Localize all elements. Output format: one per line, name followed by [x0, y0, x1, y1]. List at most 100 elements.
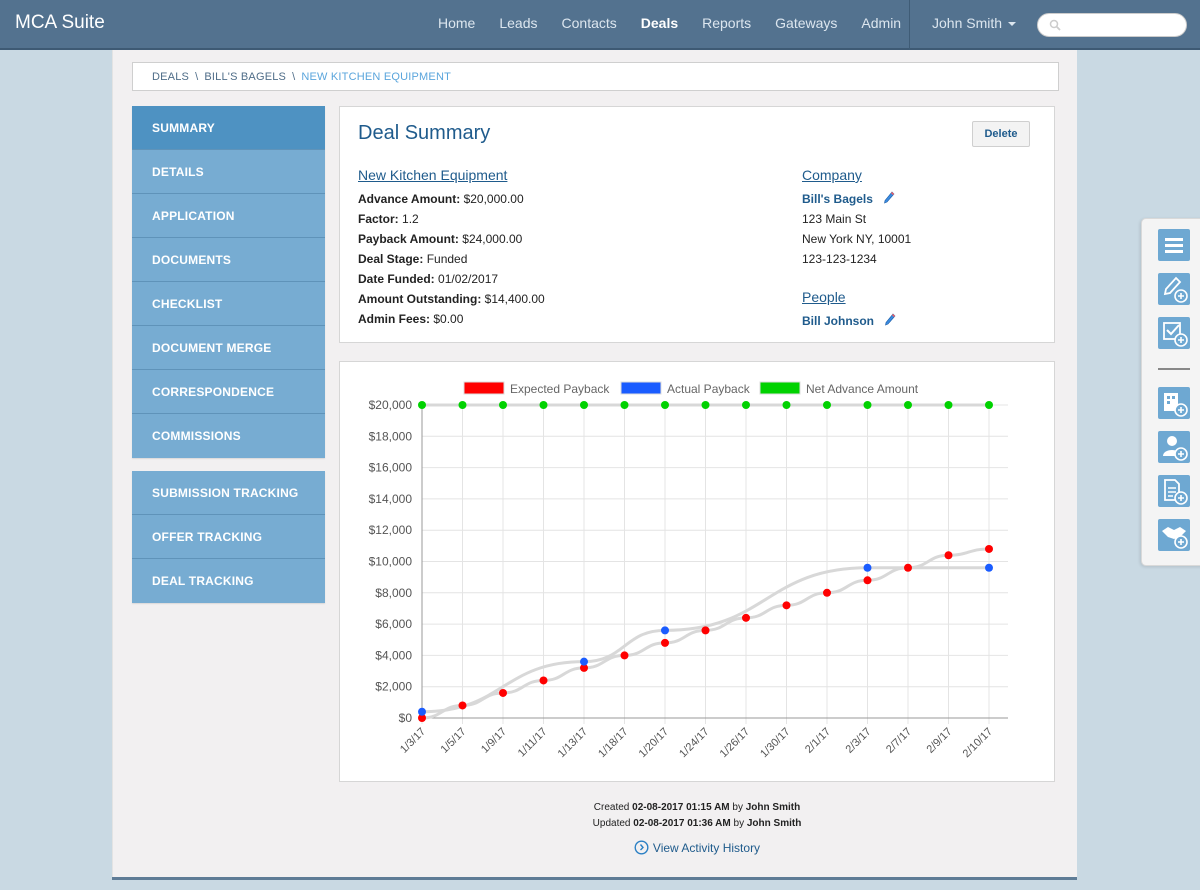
person-link[interactable]: Bill Johnson [802, 314, 874, 328]
add-note-button[interactable] [1158, 273, 1190, 305]
legend-label: Net Advance Amount [806, 382, 919, 396]
payback-chart-panel: $0 $2,000 $4,000 $6,000 $8,000 $10,000 $12,000… [339, 361, 1055, 782]
sidebar-item-deal-tracking[interactable]: DEAL TRACKING [132, 559, 325, 603]
view-activity-history-link[interactable]: View Activity History [339, 840, 1055, 855]
user-menu[interactable]: John Smith [932, 15, 1017, 31]
sidebar-item-commissions[interactable]: COMMISSIONS [132, 414, 325, 458]
x-tick-label: 2/3/17 [844, 726, 874, 756]
sidebar-item-checklist[interactable]: CHECKLIST [132, 282, 325, 326]
app-title[interactable]: MCA Suite [15, 12, 105, 34]
sidebar: SUMMARY DETAILS APPLICATION DOCUMENTS CH… [132, 106, 325, 616]
deal-summary-panel: Deal Summary Delete New Kitchen Equipmen… [339, 106, 1055, 343]
x-tick-label: 2/9/17 [925, 726, 955, 756]
sidebar-item-correspondence[interactable]: CORRESPONDENCE [132, 370, 325, 414]
sidebar-item-documents[interactable]: DOCUMENTS [132, 238, 325, 282]
data-point-net-advance-amount [904, 401, 912, 409]
created-at: 02-08-2017 01:15 AM [632, 802, 730, 813]
data-point-net-advance-amount [823, 401, 831, 409]
record-meta: Created 02-08-2017 01:15 AM by John Smit… [339, 800, 1055, 832]
add-task-button[interactable] [1158, 317, 1190, 349]
data-point-expected-payback [661, 638, 669, 647]
x-tick-label: 2/7/17 [884, 726, 914, 756]
user-name: John Smith [932, 15, 1003, 31]
sidebar-item-document-merge[interactable]: DOCUMENT MERGE [132, 326, 325, 370]
company-name-link[interactable]: Bill's Bagels [802, 192, 873, 206]
add-contact-icon [1163, 436, 1188, 461]
company-heading-link[interactable]: Company [802, 167, 911, 183]
x-tick-label: 1/30/17 [758, 726, 792, 760]
add-contact-button[interactable] [1158, 431, 1190, 463]
created-prefix: Created [593, 802, 630, 813]
x-tick-label: 2/1/17 [803, 726, 833, 756]
breadcrumb: DEALS \ BILL'S BAGELS \ NEW KITCHEN EQUIPMEN… [132, 62, 1059, 91]
legend-swatch [463, 381, 505, 395]
edit-pencil-icon[interactable] [884, 313, 896, 327]
data-point-actual-payback [863, 563, 872, 572]
legend-swatch [620, 381, 662, 395]
panel-title: Deal Summary [358, 122, 491, 144]
field-amount-outstanding: Amount Outstanding: $14,400.00 [358, 289, 545, 309]
breadcrumb-separator: \ [292, 71, 296, 83]
y-tick-label: $14,000 [369, 492, 413, 506]
nav-gateways[interactable]: Gateways [775, 15, 837, 31]
toolbar-divider [1158, 368, 1190, 370]
add-document-icon [1164, 479, 1188, 505]
breadcrumb-company[interactable]: BILL'S BAGELS [204, 71, 286, 83]
x-tick-label: 1/5/17 [439, 726, 469, 756]
data-point-net-advance-amount [539, 401, 548, 409]
x-tick-label: 1/20/17 [637, 726, 671, 760]
updated-prefix: Updated [592, 818, 631, 829]
breadcrumb-current[interactable]: NEW KITCHEN EQUIPMENT [301, 71, 451, 83]
data-point-net-advance-amount [742, 401, 750, 409]
breadcrumb-deals[interactable]: DEALS [152, 71, 189, 83]
data-point-expected-payback [782, 601, 791, 610]
y-tick-label: $18,000 [369, 429, 413, 443]
nav-contacts[interactable]: Contacts [562, 15, 617, 31]
nav-deals[interactable]: Deals [641, 15, 678, 31]
data-point-actual-payback [661, 626, 669, 635]
data-point-net-advance-amount [985, 401, 993, 409]
data-point-net-advance-amount [620, 401, 629, 409]
add-deal-icon [1162, 527, 1188, 549]
field-payback-amount: Payback Amount: $24,000.00 [358, 229, 545, 249]
nav-home[interactable]: Home [438, 15, 475, 31]
nav-admin[interactable]: Admin [861, 15, 901, 31]
nav-leads[interactable]: Leads [499, 15, 537, 31]
y-tick-label: $8,000 [375, 586, 412, 600]
add-company-icon [1164, 393, 1188, 417]
add-note-icon [1163, 276, 1188, 303]
data-point-expected-payback [985, 544, 993, 553]
sidebar-item-details[interactable]: DETAILS [132, 150, 325, 194]
y-tick-label: $16,000 [369, 461, 413, 475]
nav-reports[interactable]: Reports [702, 15, 751, 31]
search-icon [1049, 19, 1061, 31]
sidebar-item-offer-tracking[interactable]: OFFER TRACKING [132, 515, 325, 559]
data-point-actual-payback [580, 657, 588, 666]
people-heading-link[interactable]: People [802, 289, 911, 305]
sidebar-item-application[interactable]: APPLICATION [132, 194, 325, 238]
delete-button[interactable]: Delete [972, 121, 1030, 147]
add-document-button[interactable] [1158, 475, 1190, 507]
edit-pencil-icon[interactable] [883, 191, 895, 205]
nav-divider [909, 0, 910, 50]
add-company-button[interactable] [1158, 387, 1190, 419]
data-point-expected-payback [620, 651, 629, 660]
x-tick-label: 1/11/17 [516, 726, 550, 760]
field-value: $0.00 [433, 312, 464, 326]
menu-button[interactable] [1158, 229, 1190, 261]
deal-name-link[interactable]: New Kitchen Equipment [358, 167, 545, 183]
sidebar-item-summary[interactable]: SUMMARY [132, 106, 325, 150]
add-deal-button[interactable] [1158, 519, 1190, 551]
sidebar-group-deal: SUMMARY DETAILS APPLICATION DOCUMENTS CH… [132, 106, 325, 458]
sidebar-item-submission-tracking[interactable]: SUBMISSION TRACKING [132, 471, 325, 515]
y-tick-label: $0 [399, 711, 413, 725]
y-tick-label: $2,000 [375, 680, 412, 694]
data-point-net-advance-amount [863, 401, 872, 409]
data-point-net-advance-amount [499, 401, 507, 409]
data-point-expected-payback [863, 576, 872, 585]
search-input[interactable] [1037, 13, 1187, 37]
field-label: Advance Amount: [358, 192, 461, 206]
add-task-icon [1163, 322, 1188, 347]
payback-chart: $0 $2,000 $4,000 $6,000 $8,000 $10,000 $12,000… [369, 381, 1008, 760]
field-value: Funded [426, 252, 468, 266]
